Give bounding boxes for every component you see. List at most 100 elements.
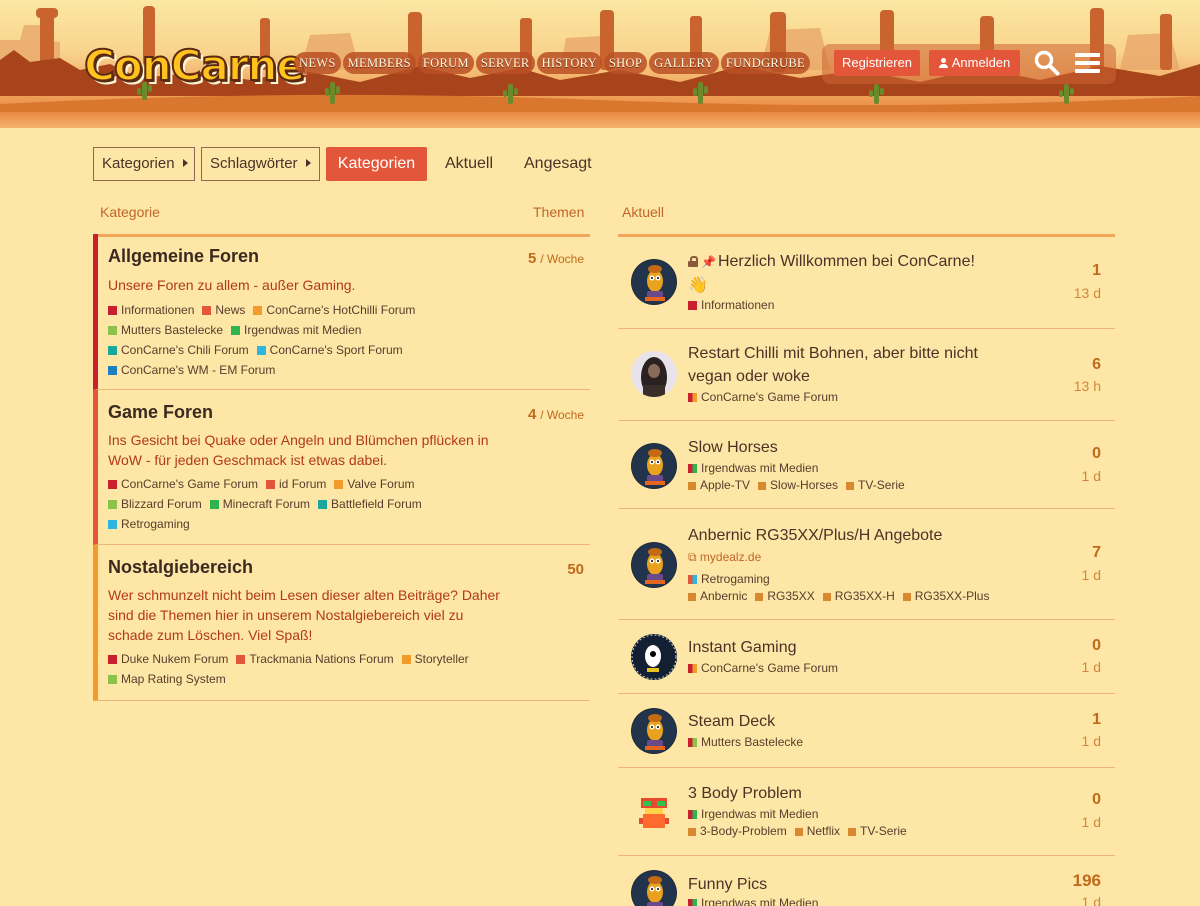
subcategory-link[interactable]: Duke Nukem Forum xyxy=(108,649,228,669)
nav-news[interactable]: NEWS xyxy=(294,52,341,74)
subcategory-link[interactable]: ConCarne's Sport Forum xyxy=(256,340,403,360)
topic-category[interactable]: Informationen xyxy=(688,298,774,312)
external-link-label: mydealz.de xyxy=(699,550,762,564)
topic-title[interactable]: Steam Deck xyxy=(688,710,1008,733)
subcategory-link[interactable]: ConCarne's Chili Forum xyxy=(108,340,249,360)
column-header-aktuell: Aktuell xyxy=(622,204,665,220)
user-avatar[interactable] xyxy=(631,443,677,489)
category-title[interactable]: Allgemeine Foren xyxy=(108,246,259,267)
tag-link[interactable]: RG35XX-H xyxy=(822,589,895,603)
subcategory-link[interactable]: ConCarne's Game Forum xyxy=(108,474,258,494)
category-description: Unsere Foren zu allem - außer Gaming. xyxy=(108,277,356,293)
topic-title[interactable]: 📌 Herzlich Willkommen bei ConCarne! 👋 xyxy=(688,250,1008,297)
activity-age[interactable]: 1 d xyxy=(1082,814,1101,830)
category-color-badge xyxy=(688,464,697,473)
topic-category[interactable]: Mutters Bastelecke xyxy=(688,735,803,749)
tab-angesagt[interactable]: Angesagt xyxy=(524,147,592,181)
search-icon[interactable] xyxy=(1034,50,1060,76)
tag-link[interactable]: Slow-Horses xyxy=(758,478,838,492)
user-avatar[interactable] xyxy=(631,542,677,588)
subcategory-link[interactable]: Trackmania Nations Forum xyxy=(236,649,394,669)
tag-link[interactable]: RG35XX xyxy=(755,589,815,603)
column-header-kategorie: Kategorie xyxy=(100,204,160,220)
category-title[interactable]: Game Foren xyxy=(108,402,213,423)
concarne-logo[interactable]: ConCarne xyxy=(83,34,306,96)
subcategory-link[interactable]: Minecraft Forum xyxy=(209,494,310,514)
hamburger-menu-icon[interactable] xyxy=(1075,52,1100,74)
reply-count: 7 xyxy=(1092,544,1101,561)
nav-shop[interactable]: SHOP xyxy=(603,52,648,74)
tags-dropdown[interactable]: Schlagwörter xyxy=(201,147,320,181)
nav-server[interactable]: SERVER xyxy=(475,52,535,74)
tag-link[interactable]: TV-Serie xyxy=(846,478,905,492)
register-button[interactable]: Registrieren xyxy=(834,50,920,76)
category-color-badge xyxy=(688,810,697,819)
tag-link[interactable]: TV-Serie xyxy=(848,824,907,838)
topic-row: Slow Horses Irgendwas mit Medien Apple-T… xyxy=(618,421,1115,509)
subcategory-label: Storyteller xyxy=(414,652,469,666)
categories-dropdown[interactable]: Kategorien xyxy=(93,147,195,181)
topic-title[interactable]: Funny Pics xyxy=(688,873,1008,896)
nav-members[interactable]: MEMBERS xyxy=(342,52,416,74)
user-avatar[interactable] xyxy=(631,634,677,680)
tag-link[interactable]: RG35XX-Plus xyxy=(902,589,989,603)
subcategory-link[interactable]: Mutters Bastelecke xyxy=(108,320,223,340)
tag-label: RG35XX-H xyxy=(834,589,895,603)
login-button[interactable]: Anmelden xyxy=(929,50,1020,76)
topic-category[interactable]: ConCarne's Game Forum xyxy=(688,661,838,675)
topic-category[interactable]: Irgendwas mit Medien xyxy=(688,896,818,906)
nav-history[interactable]: HISTORY xyxy=(536,52,602,74)
nav-fundgrube[interactable]: FUNDGRUBE xyxy=(720,52,810,74)
subcategory-label: Battlefield Forum xyxy=(331,497,422,511)
tag-icon xyxy=(848,828,857,836)
tag-link[interactable]: Netflix xyxy=(794,824,840,838)
subcategory-link[interactable]: News xyxy=(202,300,245,320)
activity-age[interactable]: 1 d xyxy=(1082,659,1101,675)
tag-link[interactable]: Apple-TV xyxy=(688,478,750,492)
user-avatar[interactable] xyxy=(631,708,677,754)
tag-icon xyxy=(688,828,696,836)
topic-title[interactable]: Slow Horses xyxy=(688,436,1008,459)
topic-title[interactable]: Anbernic RG35XX/Plus/H Angebote xyxy=(688,524,1008,547)
tag-link[interactable]: 3-Body-Problem xyxy=(688,824,787,838)
subcategory-link[interactable]: ConCarne's HotChilli Forum xyxy=(253,300,415,320)
user-avatar[interactable] xyxy=(631,351,677,397)
topic-title[interactable]: Instant Gaming xyxy=(688,636,1008,659)
subcategory-link[interactable]: ConCarne's WM - EM Forum xyxy=(108,360,275,380)
activity-age[interactable]: 1 d xyxy=(1082,733,1101,749)
subcategory-link[interactable]: Storyteller xyxy=(401,649,469,669)
topic-title[interactable]: 3 Body Problem xyxy=(688,782,1008,805)
topic-category[interactable]: Irgendwas mit Medien xyxy=(688,807,818,821)
nav-gallery[interactable]: GALLERY xyxy=(649,52,719,74)
activity-age[interactable]: 13 h xyxy=(1074,378,1101,394)
subcategory-link[interactable]: Blizzard Forum xyxy=(108,494,202,514)
nav-forum[interactable]: FORUM xyxy=(417,52,474,74)
tag-icon xyxy=(794,828,803,836)
subcategory-link[interactable]: Map Rating System xyxy=(108,669,226,689)
subcategory-link[interactable]: Battlefield Forum xyxy=(318,494,422,514)
category-title[interactable]: Nostalgiebereich xyxy=(108,557,253,578)
activity-age[interactable]: 1 d xyxy=(1082,567,1101,583)
topic-category[interactable]: ConCarne's Game Forum xyxy=(688,390,838,404)
user-avatar[interactable] xyxy=(631,870,677,906)
subcategory-link[interactable]: Irgendwas mit Medien xyxy=(231,320,361,340)
tag-icon xyxy=(755,593,764,601)
activity-age[interactable]: 13 d xyxy=(1074,285,1101,301)
subcategory-link[interactable]: Retrogaming xyxy=(108,514,190,534)
tab-aktuell[interactable]: Aktuell xyxy=(445,147,493,181)
subcategory-label: Valve Forum xyxy=(347,477,415,491)
user-avatar[interactable] xyxy=(631,259,677,305)
topic-category[interactable]: Irgendwas mit Medien xyxy=(688,461,818,475)
topic-title[interactable]: Restart Chilli mit Bohnen, aber bitte ni… xyxy=(688,342,1008,388)
external-link[interactable]: ⧉ mydealz.de xyxy=(688,550,761,565)
topic-category[interactable]: Retrogaming xyxy=(688,572,770,586)
subcategory-link[interactable]: Informationen xyxy=(108,300,194,320)
category-color-badge xyxy=(108,346,117,355)
tab-kategorien[interactable]: Kategorien xyxy=(326,147,427,181)
activity-age[interactable]: 1 d xyxy=(1082,894,1101,906)
user-avatar[interactable] xyxy=(631,788,677,834)
subcategory-link[interactable]: Valve Forum xyxy=(334,474,415,494)
activity-age[interactable]: 1 d xyxy=(1082,468,1101,484)
subcategory-link[interactable]: id Forum xyxy=(266,474,326,494)
tag-link[interactable]: Anbernic xyxy=(688,589,747,603)
